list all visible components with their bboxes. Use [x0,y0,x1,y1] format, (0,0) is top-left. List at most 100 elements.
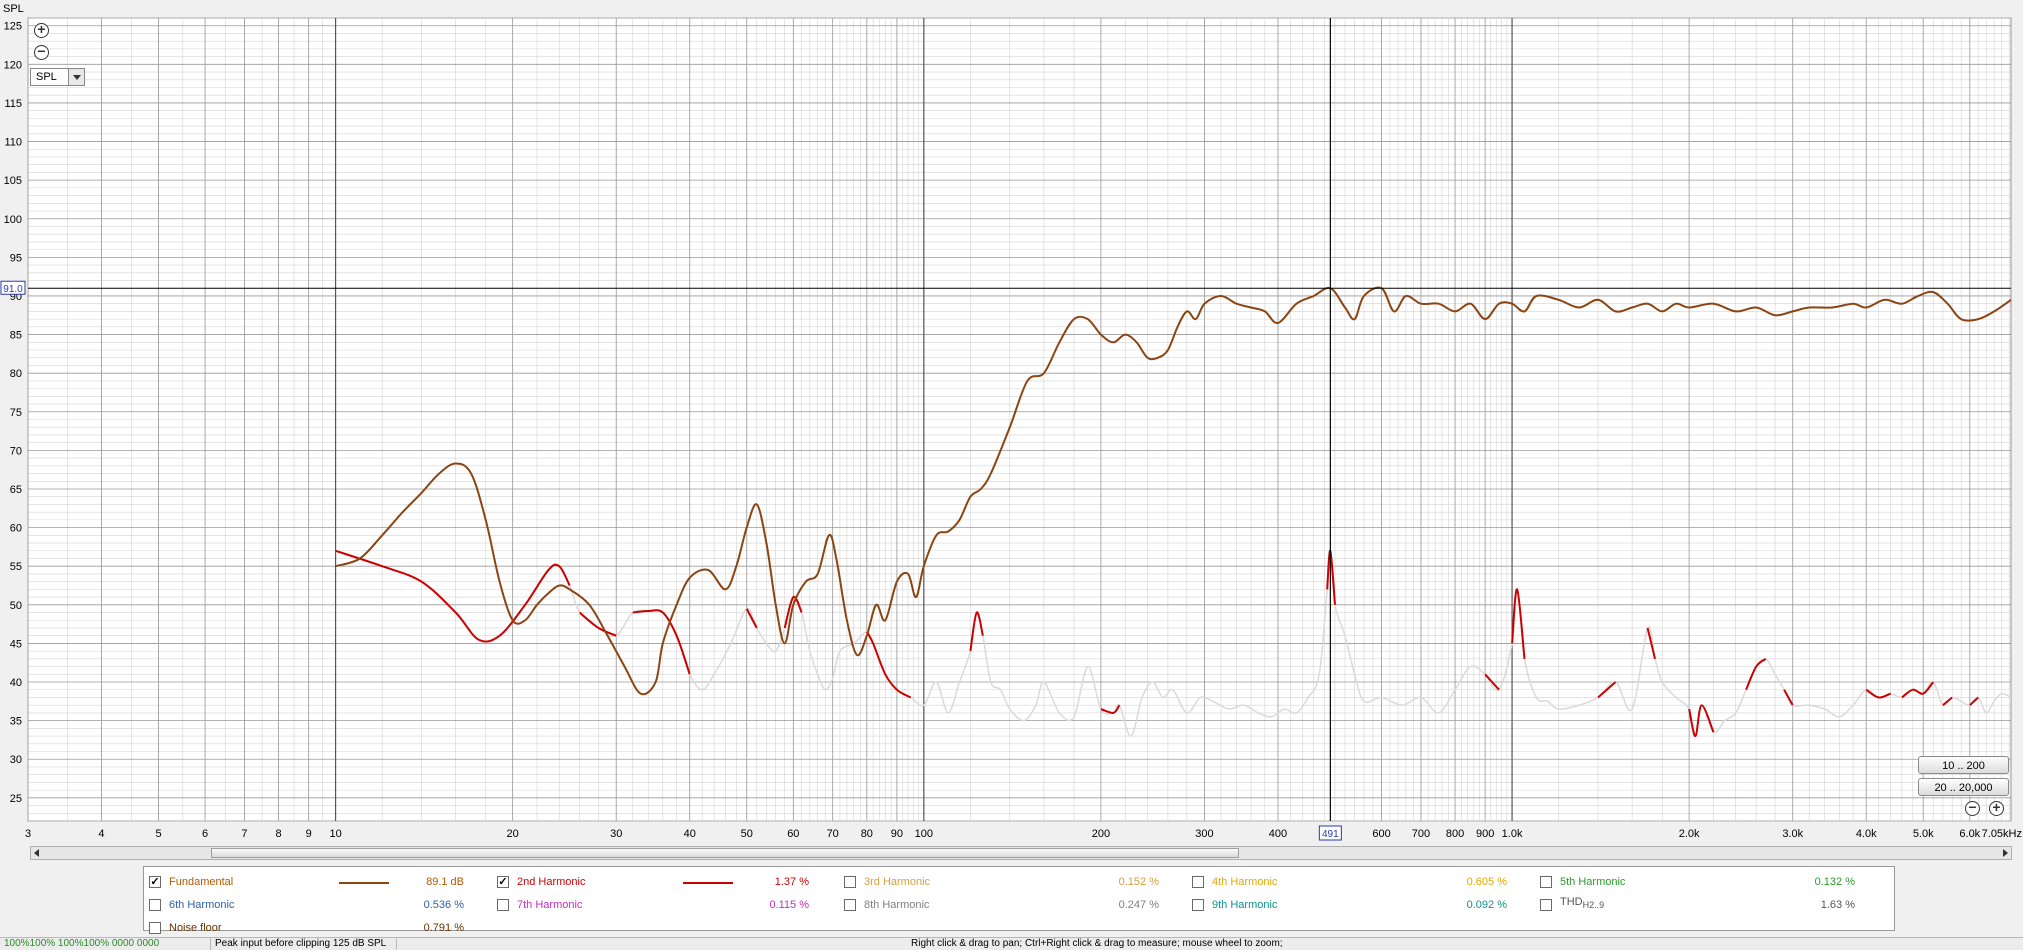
y-tick-label: 110 [4,137,22,149]
spl-chart[interactable]: SPL 253035404550556065707580859095100105… [0,0,2023,949]
y-tick-label: 105 [4,175,22,187]
legend-checkbox[interactable] [1540,899,1552,911]
y-tick-label: 120 [4,59,22,71]
legend-item-7th-harmonic[interactable]: 7th Harmonic 0.115 % [497,897,827,913]
legend-item-5th-harmonic[interactable]: 5th Harmonic 0.132 % [1540,874,1870,890]
legend-label: 5th Harmonic [1560,876,1626,888]
y-tick-label: 85 [10,330,22,342]
x-tick-label: 700 [1412,828,1430,840]
legend-value: 0.132 % [1814,876,1855,888]
legend-value: 0.152 % [1118,876,1159,888]
legend-line-swatch [683,882,733,884]
x-tick-label: 10 [329,828,341,840]
y-tick-label: 100 [4,214,22,226]
scroll-thumb[interactable] [211,848,1239,858]
thd-label: THD [1560,896,1583,908]
legend-line-swatch [339,882,389,884]
y-tick-label: 25 [10,793,22,805]
x-tick-label: 6 [202,828,208,840]
legend-checkbox[interactable] [1192,899,1204,911]
y-tick-label: 80 [10,368,22,380]
legend-item-noise-floor[interactable]: Noise floor 0.791 % [149,920,479,936]
input-meter-readout: 100%100% 100%100% 0000 0000 [4,938,160,949]
x-tick-label: 9 [306,828,312,840]
legend-panel: ✓ Fundamental 89.1 dB ✓ 2nd Harmonic 1.3… [143,866,1895,934]
x-tick-label: 300 [1195,828,1213,840]
x-tick-label: 200 [1092,828,1110,840]
legend-label: Fundamental [169,876,234,888]
zoom-out-y-icon[interactable]: − [34,44,49,60]
horizontal-scrollbar[interactable] [30,846,2012,860]
legend-checkbox[interactable] [149,922,161,934]
x-tick-label: 5 [155,828,161,840]
legend-checkbox[interactable] [844,876,856,888]
x-tick-label: 3 [25,828,31,840]
y-tick-label: 30 [10,754,22,766]
y-tick-label: 35 [10,716,22,728]
y-tick-label: 60 [10,523,22,535]
x-tick-label: 6.0k [1959,828,1980,840]
units-select[interactable]: SPL [30,68,85,86]
scroll-left-icon[interactable] [34,849,39,857]
y-tick-label: 70 [10,445,22,457]
x-tick-label: 8 [276,828,282,840]
legend-item-2nd-harmonic[interactable]: ✓ 2nd Harmonic 1.37 % [497,874,827,890]
zoom-out-x-icon[interactable]: − [1965,800,1980,816]
thd-subscript: H2..9 [1582,900,1605,911]
legend-item-thd[interactable]: THDH2..9 1.63 % [1540,895,1870,915]
x-tick-label: 1.0k [1502,828,1523,840]
legend-label: THDH2..9 [1560,896,1604,910]
legend-checkbox[interactable]: ✓ [497,876,509,888]
x-tick-label: 4.0k [1856,828,1877,840]
legend-label: 7th Harmonic [517,899,583,911]
legend-label: 2nd Harmonic [517,876,586,888]
legend-item-fundamental[interactable]: ✓ Fundamental 89.1 dB [149,874,479,890]
y-tick-label: 40 [10,677,22,689]
legend-checkbox[interactable] [1192,876,1204,888]
legend-value: 0.536 % [423,899,464,911]
legend-item-3rd-harmonic[interactable]: 3rd Harmonic 0.152 % [844,874,1174,890]
range-10-200-button[interactable]: 10 .. 200 [1918,756,2009,774]
y-tick-label: 115 [4,98,22,110]
legend-value: 0.247 % [1118,899,1159,911]
legend-checkbox[interactable] [149,899,161,911]
legend-value: 1.37 % [774,876,809,888]
range-20-20000-button[interactable]: 20 .. 20,000 [1918,778,2009,796]
legend-label: 3rd Harmonic [864,876,931,888]
y-tick-label: 95 [10,252,22,264]
legend-label: 8th Harmonic [864,899,930,911]
legend-label: 4th Harmonic [1212,876,1278,888]
x-tick-label: 7 [241,828,247,840]
legend-checkbox[interactable] [1540,876,1552,888]
legend-checkbox[interactable] [497,899,509,911]
y-tick-labels: 2530354045505560657075808590951001051101… [4,21,22,805]
legend-checkbox[interactable]: ✓ [149,876,161,888]
scroll-right-icon[interactable] [2003,849,2008,857]
zoom-in-x-icon[interactable]: + [1989,800,2004,816]
status-bar: 100%100% 100%100% 0000 0000 Peak input b… [0,937,2023,950]
legend-item-4th-harmonic[interactable]: 4th Harmonic 0.605 % [1192,874,1522,890]
zoom-in-y-icon[interactable]: + [34,22,49,38]
legend-value: 1.63 % [1820,899,1855,911]
cursor-y-readout: 91.0 [3,284,23,295]
legend-item-8th-harmonic[interactable]: 8th Harmonic 0.247 % [844,897,1174,913]
legend-label: 6th Harmonic [169,899,235,911]
legend-item-9th-harmonic[interactable]: 9th Harmonic 0.092 % [1192,897,1522,913]
x-tick-label: 400 [1269,828,1287,840]
legend-value: 0.092 % [1466,899,1507,911]
x-tick-label: 40 [684,828,696,840]
x-tick-label: 90 [891,828,903,840]
x-tick-label: 7.05kHz [1982,828,2022,840]
x-tick-labels: 3 4 5 6 7 8 9 10 20 30 40 50 60 70 80 90 100 200 300 400 600… [25,828,2022,840]
chevron-down-icon[interactable] [68,69,84,85]
y-tick-label: 125 [4,21,22,33]
x-tick-label: 100 [915,828,933,840]
x-tick-label: 80 [861,828,873,840]
x-tick-label: 600 [1372,828,1390,840]
y-tick-label: 50 [10,600,22,612]
legend-item-6th-harmonic[interactable]: 6th Harmonic 0.536 % [149,897,479,913]
legend-checkbox[interactable] [844,899,856,911]
y-tick-label: 65 [10,484,22,496]
x-tick-label: 4 [98,828,104,840]
legend-label: 9th Harmonic [1212,899,1278,911]
